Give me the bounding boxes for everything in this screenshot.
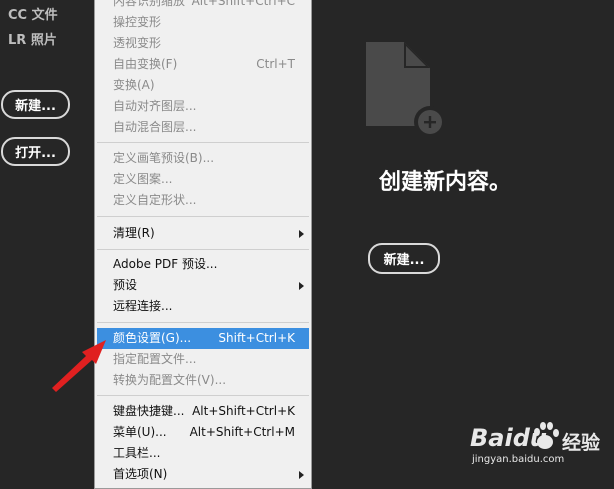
watermark-url: jingyan.baidu.com bbox=[472, 454, 565, 465]
menu-item-purge[interactable]: 清理(R) bbox=[97, 223, 309, 244]
new-document-icon bbox=[366, 42, 446, 138]
menu-item-define-brush-preset[interactable]: 定义画笔预设(B)... bbox=[97, 148, 309, 169]
baidu-paw-icon bbox=[534, 422, 559, 449]
menu-item-keyboard-shortcuts[interactable]: 键盘快捷键... Alt+Shift+Ctrl+K bbox=[97, 401, 309, 422]
menu-separator bbox=[97, 322, 309, 323]
submenu-arrow-icon bbox=[299, 471, 304, 479]
submenu-arrow-icon bbox=[299, 230, 304, 238]
menu-separator bbox=[97, 395, 309, 396]
menu-item-perspective-warp[interactable]: 透视变形 bbox=[97, 33, 309, 54]
menu-item-define-pattern[interactable]: 定义图案... bbox=[97, 169, 309, 190]
menu-item-auto-blend-layers[interactable]: 自动混合图层... bbox=[97, 117, 309, 138]
baidu-watermark: Baidu 经验 jingyan.baidu.com bbox=[470, 418, 610, 468]
page-heading: 创建新内容。 bbox=[378, 170, 511, 195]
menu-item-preferences[interactable]: 首选项(N) bbox=[97, 464, 309, 485]
menu-item-assign-profile[interactable]: 指定配置文件... bbox=[97, 349, 309, 370]
menu-item-toolbar[interactable]: 工具栏... bbox=[97, 443, 309, 464]
plus-circle-icon bbox=[414, 106, 446, 138]
submenu-arrow-icon bbox=[299, 282, 304, 290]
sidebar-item-cc-files[interactable]: CC 文件 bbox=[8, 4, 58, 23]
menu-separator bbox=[97, 249, 309, 250]
menu-item-presets[interactable]: 预设 bbox=[97, 275, 309, 296]
menu-item-free-transform[interactable]: 自由变换(F) Ctrl+T bbox=[97, 54, 309, 75]
menu-item-define-custom-shape[interactable]: 定义自定形状... bbox=[97, 190, 309, 211]
menu-item-adobe-pdf-presets[interactable]: Adobe PDF 预设... bbox=[97, 254, 309, 275]
menu-item-convert-to-profile[interactable]: 转换为配置文件(V)... bbox=[97, 370, 309, 391]
sidebar-new-button[interactable]: 新建... bbox=[1, 90, 70, 119]
menu-separator bbox=[97, 216, 309, 217]
menu-item-content-aware-scale[interactable]: 内容识别缩放 Alt+Shift+Ctrl+C bbox=[97, 0, 309, 12]
main-new-button[interactable]: 新建... bbox=[368, 243, 440, 274]
menu-item-transform[interactable]: 变换(A) bbox=[97, 75, 309, 96]
menu-item-menus[interactable]: 菜单(U)... Alt+Shift+Ctrl+M bbox=[97, 422, 309, 443]
edit-menu: 内容识别缩放 Alt+Shift+Ctrl+C 操控变形 透视变形 自由变换(F… bbox=[94, 0, 312, 489]
annotation-arrow bbox=[52, 340, 106, 392]
menu-separator bbox=[97, 142, 309, 143]
menu-item-color-settings[interactable]: 颜色设置(G)... Shift+Ctrl+K bbox=[97, 328, 309, 349]
sidebar-item-lr-photos[interactable]: LR 照片 bbox=[8, 29, 57, 48]
watermark-experience: 经验 bbox=[562, 432, 601, 454]
menu-item-puppet-warp[interactable]: 操控变形 bbox=[97, 12, 309, 33]
menu-item-remote-connections[interactable]: 远程连接... bbox=[97, 296, 309, 317]
menu-item-auto-align-layers[interactable]: 自动对齐图层... bbox=[97, 96, 309, 117]
sidebar-open-button[interactable]: 打开... bbox=[1, 137, 70, 166]
